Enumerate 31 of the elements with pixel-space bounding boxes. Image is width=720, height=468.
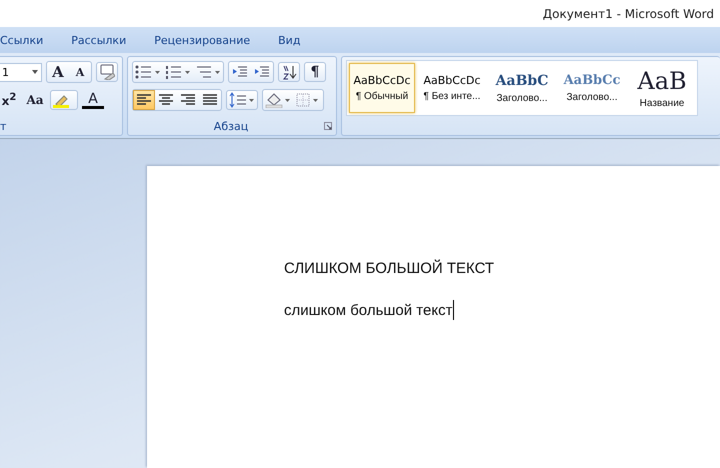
document-text: СЛИШКОМ БОЛЬШОЙ ТЕКСТ	[284, 260, 494, 276]
line-spacing-button[interactable]	[226, 90, 258, 110]
align-right-icon	[181, 94, 195, 106]
change-case-button[interactable]: Aa	[24, 90, 46, 110]
increase-indent-icon	[254, 65, 270, 79]
ribbon-tab[interactable]: Вид	[278, 34, 316, 46]
text-cursor	[453, 300, 454, 320]
clear-formatting-button[interactable]	[96, 62, 118, 82]
style-tile[interactable]: AaBbCcDc ¶ Обычный	[349, 63, 415, 113]
show-marks-button[interactable]: ¶	[304, 62, 326, 82]
align-center-icon	[159, 94, 173, 106]
ribbon-tab[interactable]: Ссылки	[0, 34, 60, 46]
superscript-button[interactable]: x$^{2}$	[0, 90, 20, 110]
shrink-font-button[interactable]: A	[69, 62, 91, 82]
font-size-field[interactable]: 1	[0, 62, 42, 82]
align-justify-icon	[203, 94, 217, 106]
highlight-button[interactable]	[50, 90, 78, 110]
font-color-button[interactable]: A	[82, 92, 104, 108]
decrease-indent-icon	[232, 65, 248, 79]
group-label: т	[0, 120, 8, 133]
dropdown-arrow-icon	[32, 70, 38, 74]
window-title: Документ1 - Microsoft Word	[542, 6, 714, 20]
document-text: слишком большой текст	[284, 302, 452, 318]
group-label: Абзац	[212, 120, 250, 133]
dialog-launcher-icon[interactable]	[324, 122, 332, 130]
ribbon-tab[interactable]: Рассылки	[71, 34, 142, 46]
align-left-icon	[137, 94, 151, 106]
sort-button[interactable]	[278, 62, 300, 82]
grow-font-button[interactable]: A	[47, 62, 69, 82]
ribbon-tab[interactable]: Рецензирование	[154, 34, 266, 46]
align-left-button[interactable]	[133, 90, 155, 110]
